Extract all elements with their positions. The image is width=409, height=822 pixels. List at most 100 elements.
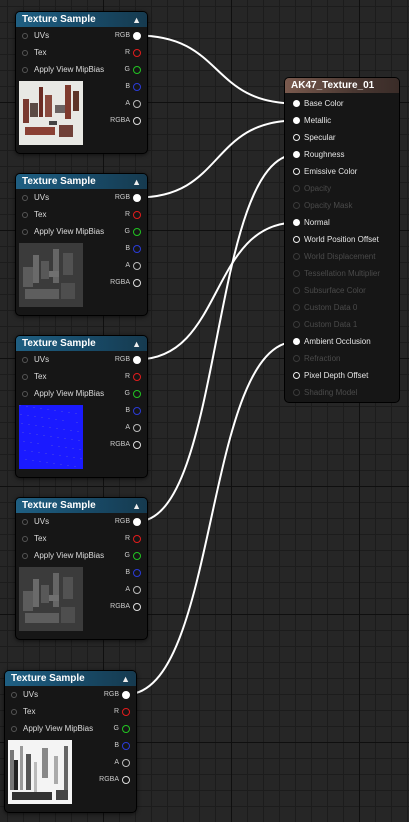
material-pin-roughness[interactable]: Roughness (285, 146, 399, 163)
input-pin-apply-view-mipbias[interactable]: Apply View MipBias (16, 227, 104, 236)
pin-circle-icon[interactable] (133, 406, 141, 415)
pin-circle-icon[interactable] (11, 691, 17, 698)
output-pin-rgb[interactable]: RGB (115, 517, 141, 526)
pin-circle-icon[interactable] (133, 261, 141, 270)
material-pin-metallic[interactable]: Metallic (285, 112, 399, 129)
node-header[interactable]: Texture Sample ▲ (16, 174, 147, 189)
pin-circle-icon[interactable] (133, 31, 141, 40)
input-pin-tex[interactable]: Tex (16, 48, 46, 57)
collapse-triangle-icon[interactable]: ▲ (132, 339, 141, 349)
pin-circle-icon[interactable] (133, 244, 141, 253)
texture-sample-node-normal[interactable]: Texture Sample ▲ UVs RGB Tex R Apply View MipB… (15, 335, 148, 478)
pin-circle-icon[interactable] (22, 552, 28, 559)
wire[interactable] (125, 340, 297, 696)
pin-circle-icon[interactable] (133, 48, 141, 57)
pin-circle-icon[interactable] (293, 151, 300, 158)
output-pin-g[interactable]: G (114, 724, 130, 733)
output-pin-a[interactable]: A (125, 585, 141, 594)
pin-circle-icon[interactable] (293, 134, 300, 141)
collapse-triangle-icon[interactable]: ▲ (132, 177, 141, 187)
pin-circle-icon[interactable] (122, 775, 130, 784)
material-node-header[interactable]: AK47_Texture_01 (285, 78, 399, 93)
material-pin-world-position-offset[interactable]: World Position Offset (285, 231, 399, 248)
wire[interactable] (136, 153, 297, 523)
output-pin-b[interactable]: B (125, 568, 141, 577)
output-pin-rgba[interactable]: RGBA (110, 116, 141, 125)
pin-circle-icon[interactable] (22, 194, 28, 201)
output-pin-b[interactable]: B (114, 741, 130, 750)
input-pin-uvs[interactable]: UVs (16, 355, 49, 364)
pin-circle-icon[interactable] (22, 211, 28, 218)
pin-circle-icon[interactable] (133, 82, 141, 91)
pin-circle-icon[interactable] (122, 724, 130, 733)
node-header[interactable]: Texture Sample ▲ (16, 336, 147, 351)
pin-circle-icon[interactable] (22, 390, 28, 397)
pin-circle-icon[interactable] (133, 602, 141, 611)
texture-sample-node-roughness[interactable]: Texture Sample ▲ UVs RGB Tex R Apply View MipB… (15, 497, 148, 640)
pin-circle-icon[interactable] (22, 66, 28, 73)
output-pin-g[interactable]: G (125, 65, 141, 74)
pin-circle-icon[interactable] (22, 518, 28, 525)
output-pin-b[interactable]: B (125, 82, 141, 91)
input-pin-tex[interactable]: Tex (16, 210, 46, 219)
output-pin-a[interactable]: A (125, 423, 141, 432)
pin-circle-icon[interactable] (122, 758, 130, 767)
material-pin-specular[interactable]: Specular (285, 129, 399, 146)
pin-circle-icon[interactable] (293, 219, 300, 226)
input-pin-uvs[interactable]: UVs (5, 690, 38, 699)
input-pin-uvs[interactable]: UVs (16, 193, 49, 202)
pin-circle-icon[interactable] (11, 725, 17, 732)
pin-circle-icon[interactable] (133, 65, 141, 74)
pin-circle-icon[interactable] (133, 585, 141, 594)
material-pin-normal[interactable]: Normal (285, 214, 399, 231)
collapse-triangle-icon[interactable]: ▲ (132, 501, 141, 511)
pin-circle-icon[interactable] (133, 551, 141, 560)
pin-circle-icon[interactable] (293, 338, 300, 345)
pin-circle-icon[interactable] (133, 440, 141, 449)
output-pin-r[interactable]: R (114, 707, 130, 716)
pin-circle-icon[interactable] (133, 517, 141, 526)
pin-circle-icon[interactable] (133, 99, 141, 108)
pin-circle-icon[interactable] (122, 707, 130, 716)
output-pin-a[interactable]: A (125, 99, 141, 108)
pin-circle-icon[interactable] (293, 117, 300, 124)
pin-circle-icon[interactable] (22, 228, 28, 235)
node-header[interactable]: Texture Sample ▲ (16, 498, 147, 513)
input-pin-uvs[interactable]: UVs (16, 517, 49, 526)
collapse-triangle-icon[interactable]: ▲ (132, 15, 141, 25)
output-pin-g[interactable]: G (125, 389, 141, 398)
pin-circle-icon[interactable] (293, 100, 300, 107)
node-header[interactable]: Texture Sample ▲ (5, 671, 136, 686)
output-pin-g[interactable]: G (125, 227, 141, 236)
input-pin-tex[interactable]: Tex (5, 707, 35, 716)
output-pin-g[interactable]: G (125, 551, 141, 560)
pin-circle-icon[interactable] (133, 568, 141, 577)
output-pin-rgba[interactable]: RGBA (110, 440, 141, 449)
input-pin-uvs[interactable]: UVs (16, 31, 49, 40)
output-pin-b[interactable]: B (125, 406, 141, 415)
pin-circle-icon[interactable] (133, 355, 141, 364)
collapse-triangle-icon[interactable]: ▲ (121, 674, 130, 684)
pin-circle-icon[interactable] (133, 116, 141, 125)
pin-circle-icon[interactable] (22, 373, 28, 380)
output-pin-rgb[interactable]: RGB (115, 193, 141, 202)
input-pin-apply-view-mipbias[interactable]: Apply View MipBias (5, 724, 93, 733)
pin-circle-icon[interactable] (293, 236, 300, 243)
pin-circle-icon[interactable] (133, 372, 141, 381)
pin-circle-icon[interactable] (293, 372, 300, 379)
output-pin-rgba[interactable]: RGBA (99, 775, 130, 784)
texture-sample-node-base-color[interactable]: Texture Sample ▲ UVs RGB Tex R Apply View MipB… (15, 11, 148, 154)
wire[interactable] (136, 221, 297, 361)
texture-sample-node-ambient-occlusion[interactable]: Texture Sample ▲ UVs RGB Tex R Apply View MipB… (4, 670, 137, 813)
pin-circle-icon[interactable] (293, 168, 300, 175)
input-pin-apply-view-mipbias[interactable]: Apply View MipBias (16, 551, 104, 560)
pin-circle-icon[interactable] (133, 278, 141, 287)
output-pin-rgba[interactable]: RGBA (110, 278, 141, 287)
pin-circle-icon[interactable] (11, 708, 17, 715)
pin-circle-icon[interactable] (133, 423, 141, 432)
pin-circle-icon[interactable] (22, 535, 28, 542)
input-pin-apply-view-mipbias[interactable]: Apply View MipBias (16, 389, 104, 398)
pin-circle-icon[interactable] (133, 193, 141, 202)
output-pin-rgb[interactable]: RGB (115, 31, 141, 40)
material-pin-emissive-color[interactable]: Emissive Color (285, 163, 399, 180)
